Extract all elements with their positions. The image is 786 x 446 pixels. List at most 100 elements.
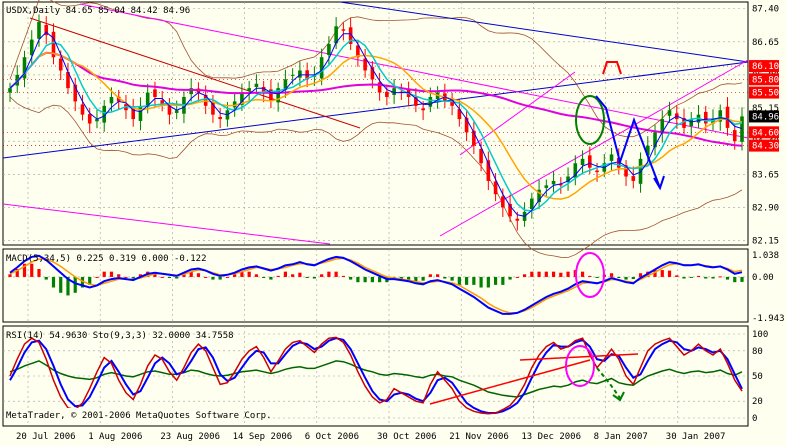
price-bar [341,29,346,31]
macd-hist-bar [269,276,273,280]
macd-hist-bar [689,276,693,278]
macd-hist-bar [117,274,121,277]
x-tick-label: 20 Jul 2006 [16,432,76,442]
macd-header: MACD(5,34,5) 0.225 0.319 0.000 -0.122 [6,254,206,264]
macd-hist-bar [436,274,440,277]
macd-hist-bar [44,276,48,280]
copyright: MetaTrader, © 2001-2006 MetaQuotes Softw… [6,411,272,421]
macd-hist-bar [291,274,295,277]
price-bar [515,218,520,221]
rsi-tick-label: 80 [752,347,763,357]
macd-hist-bar [320,274,324,277]
macd-tick-label: 1.038 [752,251,779,261]
price-bar [153,89,157,97]
macd-hist-bar [196,273,201,277]
price-bar [631,176,636,181]
x-tick-label: 23 Aug 2006 [160,432,220,442]
macd-hist-bar [696,275,701,277]
price-bar [740,116,744,142]
price-bar [247,88,251,91]
macd-hist-bar [225,276,230,278]
macd-hist-bar [501,276,505,285]
price-bar [254,83,259,87]
price-bar [138,105,143,121]
price-bar [530,198,534,210]
macd-hist-bar [522,274,527,277]
price-bar [732,130,737,142]
price-bar [37,21,41,39]
macd-hist-bar [218,276,222,280]
macd-hist-bar [124,276,128,278]
macd-tick-label: -1.943 [752,314,785,324]
macd-hist-bar [544,271,548,277]
rsi-tick-label: 100 [752,330,768,340]
macd-hist-bar [667,270,672,277]
macd-hist-bar [457,276,461,285]
macd-hist-bar [711,276,715,279]
macd-hist-bar [624,276,628,280]
macd-hist-bar [530,271,534,277]
macd-hist-bar [247,271,251,277]
price-bar [298,70,302,78]
macd-hist-bar [428,274,432,277]
chart-root: 20 Jul 2006 1 Aug 2006 23 Aug 2006 14 Sep 2… [0,0,786,442]
price-bar [385,91,389,97]
macd-hist-bar [660,270,664,277]
macd-hist-bar [51,276,56,288]
macd-hist-bar [204,276,208,278]
macd-hist-bar [95,276,99,278]
macd-hist-bar [175,276,179,279]
macd-hist-bar [378,276,382,283]
macd-hist-bar [421,276,425,281]
macd-hist-bar [704,276,708,279]
macd-hist-bar [363,276,367,283]
price-bar [87,114,92,124]
macd-hist-bar [262,276,266,278]
macd-hist-bar [298,272,302,277]
x-tick-label: 8 Jan 2007 [594,432,648,442]
macd-hist-bar [725,276,730,280]
x-tick-label: 21 Nov 2006 [449,432,509,442]
price-bar [421,108,425,111]
price-bar [493,181,498,195]
macd-hist-bar [167,276,172,278]
x-tick-label: 14 Sep 2006 [233,432,293,442]
macd-hist-bar [472,276,476,285]
macd-hist-bar [254,274,259,277]
macd-hist-bar [493,276,498,285]
macd-hist-bar [508,276,512,280]
macd-hist-bar [740,276,744,282]
macd-hist-bar [370,276,374,283]
x-tick-label: 30 Oct 2006 [377,432,437,442]
price-bar [595,170,599,173]
price-bar [501,196,505,208]
x-tick-label: 6 Oct 2006 [305,432,359,442]
rsi-tick-label: 20 [752,397,763,407]
level-label: 86.10 [752,62,779,72]
price-bar [667,110,672,116]
price-bar [290,74,295,76]
price-bar [8,88,12,93]
macd-hist-bar [102,271,106,277]
rsi-tick-label: 50 [752,372,763,382]
macd-hist-bar [566,271,570,277]
macd-hist-bar [211,276,215,280]
macd-hist-bar [109,271,114,277]
price-bar [218,117,222,120]
rsi-header: RSI(14) 54.9630 Sto(9,3,3) 32.0000 34.75… [6,331,234,341]
price-bar [609,154,614,161]
macd-hist-bar [283,271,288,277]
price-bar [703,111,708,124]
macd-hist-bar [595,276,599,278]
macd-hist-bar [733,276,737,283]
price-tick-label: 82.90 [752,203,779,213]
level-label: 84.60 [752,128,779,138]
macd-hist-bar [464,276,469,285]
macd-hist-bar [580,271,585,277]
macd-hist-bar [609,273,614,277]
level-label: 84.30 [752,142,779,152]
macd-hist-bar [631,276,635,280]
macd-hist-bar [537,271,541,277]
macd-hist-bar [327,271,331,277]
price-bar [588,155,592,168]
